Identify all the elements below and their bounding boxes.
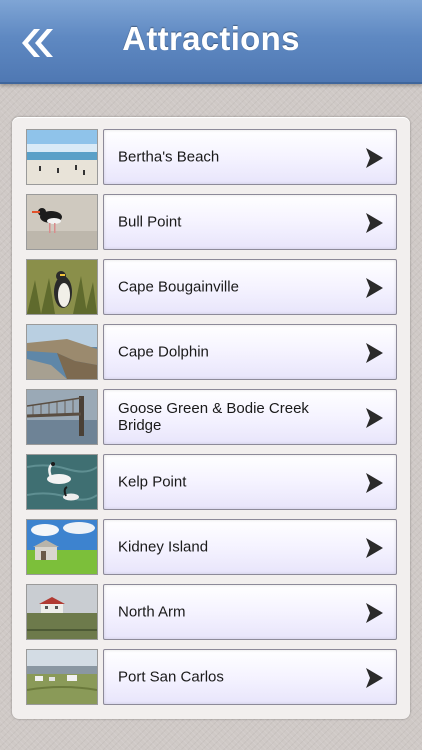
attraction-button[interactable]: Kelp Point — [103, 454, 397, 510]
attraction-button[interactable]: Cape Bougainville — [103, 259, 397, 315]
nav-bar: Attractions — [0, 0, 422, 84]
attraction-label: Port San Carlos — [118, 668, 224, 686]
attraction-label: Cape Bougainville — [118, 278, 239, 296]
attraction-label: Cape Dolphin — [118, 343, 209, 361]
chevron-right-icon — [366, 538, 383, 558]
attraction-label: North Arm — [118, 603, 186, 621]
attraction-label: Bertha's Beach — [118, 148, 220, 166]
attraction-button[interactable]: Bull Point — [103, 194, 397, 250]
list-item[interactable]: Kidney Island — [26, 519, 398, 575]
list-item[interactable]: Cape Bougainville — [26, 259, 398, 315]
chevron-right-icon — [366, 278, 383, 298]
attraction-button[interactable]: Goose Green & Bodie Creek Bridge — [103, 389, 397, 445]
farmhouse-photo — [26, 584, 98, 640]
chevron-right-icon — [366, 408, 383, 428]
settlement-photo — [26, 649, 98, 705]
attraction-label: Bull Point — [118, 213, 182, 231]
list-item[interactable]: Bertha's Beach — [26, 129, 398, 185]
list-item[interactable]: Goose Green & Bodie Creek Bridge — [26, 389, 398, 445]
attraction-label: Goose Green & Bodie Creek Bridge — [118, 400, 309, 434]
attraction-label: Kelp Point — [118, 473, 187, 491]
bridge-photo — [26, 389, 98, 445]
attraction-button[interactable]: Port San Carlos — [103, 649, 397, 705]
penguin-photo — [26, 259, 98, 315]
oystercatcher-photo — [26, 194, 98, 250]
list-item[interactable]: Kelp Point — [26, 454, 398, 510]
attraction-button[interactable]: North Arm — [103, 584, 397, 640]
swans-photo — [26, 454, 98, 510]
list-item[interactable]: Cape Dolphin — [26, 324, 398, 380]
list-item[interactable]: Bull Point — [26, 194, 398, 250]
chevron-right-icon — [366, 473, 383, 493]
attraction-button[interactable]: Cape Dolphin — [103, 324, 397, 380]
attraction-button[interactable]: Bertha's Beach — [103, 129, 397, 185]
attraction-label: Kidney Island — [118, 538, 209, 556]
coast-photo — [26, 324, 98, 380]
list-item[interactable]: Port San Carlos — [26, 649, 398, 705]
page-title: Attractions — [122, 20, 300, 57]
chevron-right-icon — [366, 668, 383, 688]
chevron-right-icon — [366, 343, 383, 363]
beach-photo — [26, 129, 98, 185]
chevron-right-icon — [366, 603, 383, 623]
chevron-right-icon — [366, 213, 383, 233]
list-item[interactable]: North Arm — [26, 584, 398, 640]
chevron-right-icon — [366, 148, 383, 168]
shed-photo — [26, 519, 98, 575]
attraction-button[interactable]: Kidney Island — [103, 519, 397, 575]
